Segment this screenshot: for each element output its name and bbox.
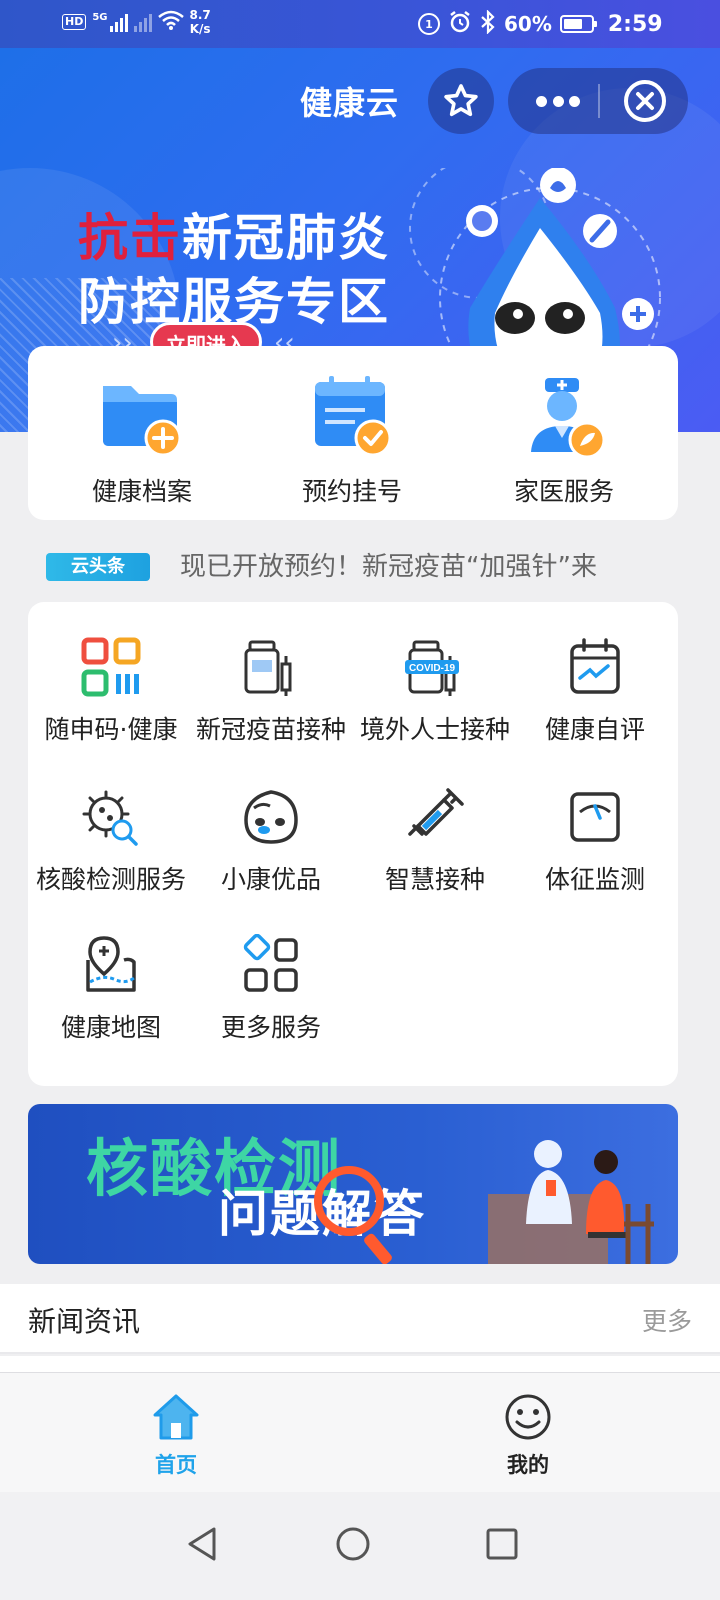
tab-home[interactable]: 首页: [116, 1393, 236, 1479]
service-item[interactable]: 随申码·健康: [28, 636, 194, 746]
service-item[interactable]: COVID-19 境外人士接种: [352, 636, 518, 746]
qr-code-icon: [81, 637, 141, 697]
promo-white-text: 新冠肺炎: [182, 209, 390, 267]
service-item[interactable]: 健康自评: [512, 636, 678, 746]
calendar-check-icon: [307, 372, 397, 462]
service-label: 小康优品: [220, 865, 321, 894]
news-header: 新闻资讯 更多: [0, 1284, 720, 1354]
recents-button[interactable]: [472, 1514, 532, 1574]
quick-access-card: 健康档案 预约挂号 家医服务: [28, 346, 678, 520]
service-item[interactable]: 新冠疫苗接种: [188, 636, 354, 746]
wifi-icon: [157, 10, 184, 35]
close-icon: [636, 92, 654, 110]
services-card: 随申码·健康 新冠疫苗接种 COVID-19 境外人士接种 健康自评 核酸检测服…: [28, 602, 678, 1086]
quick-health-record[interactable]: 健康档案: [42, 372, 242, 508]
quick-family-doctor-label: 家医服务: [513, 477, 614, 506]
news-title: 新闻资讯: [28, 1305, 141, 1338]
service-label: 随申码·健康: [44, 715, 178, 744]
system-navigation-bar: [0, 1492, 720, 1600]
folder-plus-icon: [97, 372, 187, 462]
service-item[interactable]: 健康地图: [28, 934, 194, 1044]
tab-home-label: 首页: [155, 1453, 197, 1477]
magnifier-icon: [314, 1166, 384, 1236]
home-button[interactable]: [323, 1514, 383, 1574]
service-item[interactable]: 小康优品: [188, 786, 354, 896]
service-label: 体征监测: [544, 865, 645, 894]
alarm-icon: [448, 10, 472, 38]
bluetooth-icon: [480, 9, 496, 38]
signal-5g-icon: 5G: [92, 12, 128, 32]
battery-icon: [559, 15, 597, 33]
gauge-icon: [570, 792, 620, 842]
promo-red-text: 抗击: [78, 209, 182, 267]
ticker-badge: 云头条: [46, 553, 150, 581]
quick-appointment-label: 预约挂号: [301, 477, 402, 506]
close-button[interactable]: [624, 80, 666, 122]
pcr-faq-banner[interactable]: 核酸检测 问题解答: [28, 1104, 678, 1264]
service-label: 更多服务: [220, 1013, 321, 1042]
mascot-face-icon: [244, 790, 298, 844]
favorite-button[interactable]: [428, 68, 494, 134]
data-saver-icon: 1: [418, 13, 440, 35]
testing-illustration: [488, 1140, 654, 1264]
status-left: HD 5G 8.7 K/s: [62, 8, 211, 36]
net-speed-unit: K/s: [189, 22, 211, 36]
home-icon: [153, 1394, 199, 1440]
signal-5g-label: 5G: [92, 12, 108, 23]
doctor-icon: [519, 372, 609, 462]
service-item[interactable]: 更多服务: [188, 933, 354, 1044]
tab-mine[interactable]: 我的: [468, 1393, 588, 1479]
service-item[interactable]: 体征监测: [512, 786, 678, 896]
service-label: 新冠疫苗接种: [195, 715, 346, 744]
signal-icon: [133, 12, 152, 32]
service-label: 境外人士接种: [359, 715, 510, 744]
news-list-start: [0, 1356, 720, 1372]
syringe-icon: [408, 788, 464, 836]
service-item[interactable]: 核酸检测服务: [28, 786, 194, 896]
back-triangle-icon: [188, 1527, 216, 1561]
hd-icon: HD: [62, 14, 87, 30]
smiley-icon: [505, 1394, 551, 1440]
quick-health-record-label: 健康档案: [91, 477, 192, 506]
map-pin-icon: [86, 936, 136, 992]
service-label: 核酸检测服务: [35, 865, 186, 894]
battery-percent: 60%: [504, 12, 552, 36]
quick-family-doctor[interactable]: 家医服务: [464, 372, 664, 508]
bottom-tab-bar: 首页 我的: [0, 1372, 720, 1492]
back-button[interactable]: [172, 1514, 232, 1574]
capsule-divider: [598, 84, 600, 118]
promo-line-1: 抗击新冠肺炎: [78, 198, 390, 270]
more-menu-button[interactable]: [536, 88, 580, 114]
miniapp-capsule: [508, 68, 688, 134]
app-title: 健康云: [300, 84, 400, 122]
status-bar: HD 5G 8.7 K/s 1 60% 2:59: [0, 0, 720, 48]
service-label: 健康地图: [60, 1013, 161, 1042]
vaccine-vial-icon: [244, 640, 292, 696]
covid19-vial-icon: COVID-19: [405, 640, 459, 696]
calendar-chart-icon: [570, 638, 620, 694]
virus-search-icon: [82, 790, 138, 846]
recents-square-icon: [486, 1528, 518, 1560]
headline-ticker[interactable]: 云头条 现已开放预约！新冠疫苗“加强针”来: [0, 540, 720, 584]
covid19-badge-text: COVID-19: [409, 663, 456, 674]
status-right: 1 60% 2:59: [418, 9, 663, 38]
news-more-link[interactable]: 更多: [642, 1302, 692, 1338]
ticker-text[interactable]: 现已开放预约！新冠疫苗“加强针”来: [180, 546, 597, 583]
service-label: 智慧接种: [384, 865, 485, 894]
more-grid-icon: [243, 933, 298, 992]
home-circle-icon: [336, 1527, 370, 1561]
quick-appointment[interactable]: 预约挂号: [252, 372, 452, 508]
star-icon: [444, 84, 478, 117]
service-label: 健康自评: [544, 715, 645, 744]
net-speed-value: 8.7: [189, 8, 211, 22]
tab-mine-label: 我的: [507, 1453, 549, 1477]
service-item[interactable]: 智慧接种: [352, 786, 518, 896]
clock: 2:59: [607, 11, 663, 37]
net-speed: 8.7 K/s: [190, 8, 211, 36]
